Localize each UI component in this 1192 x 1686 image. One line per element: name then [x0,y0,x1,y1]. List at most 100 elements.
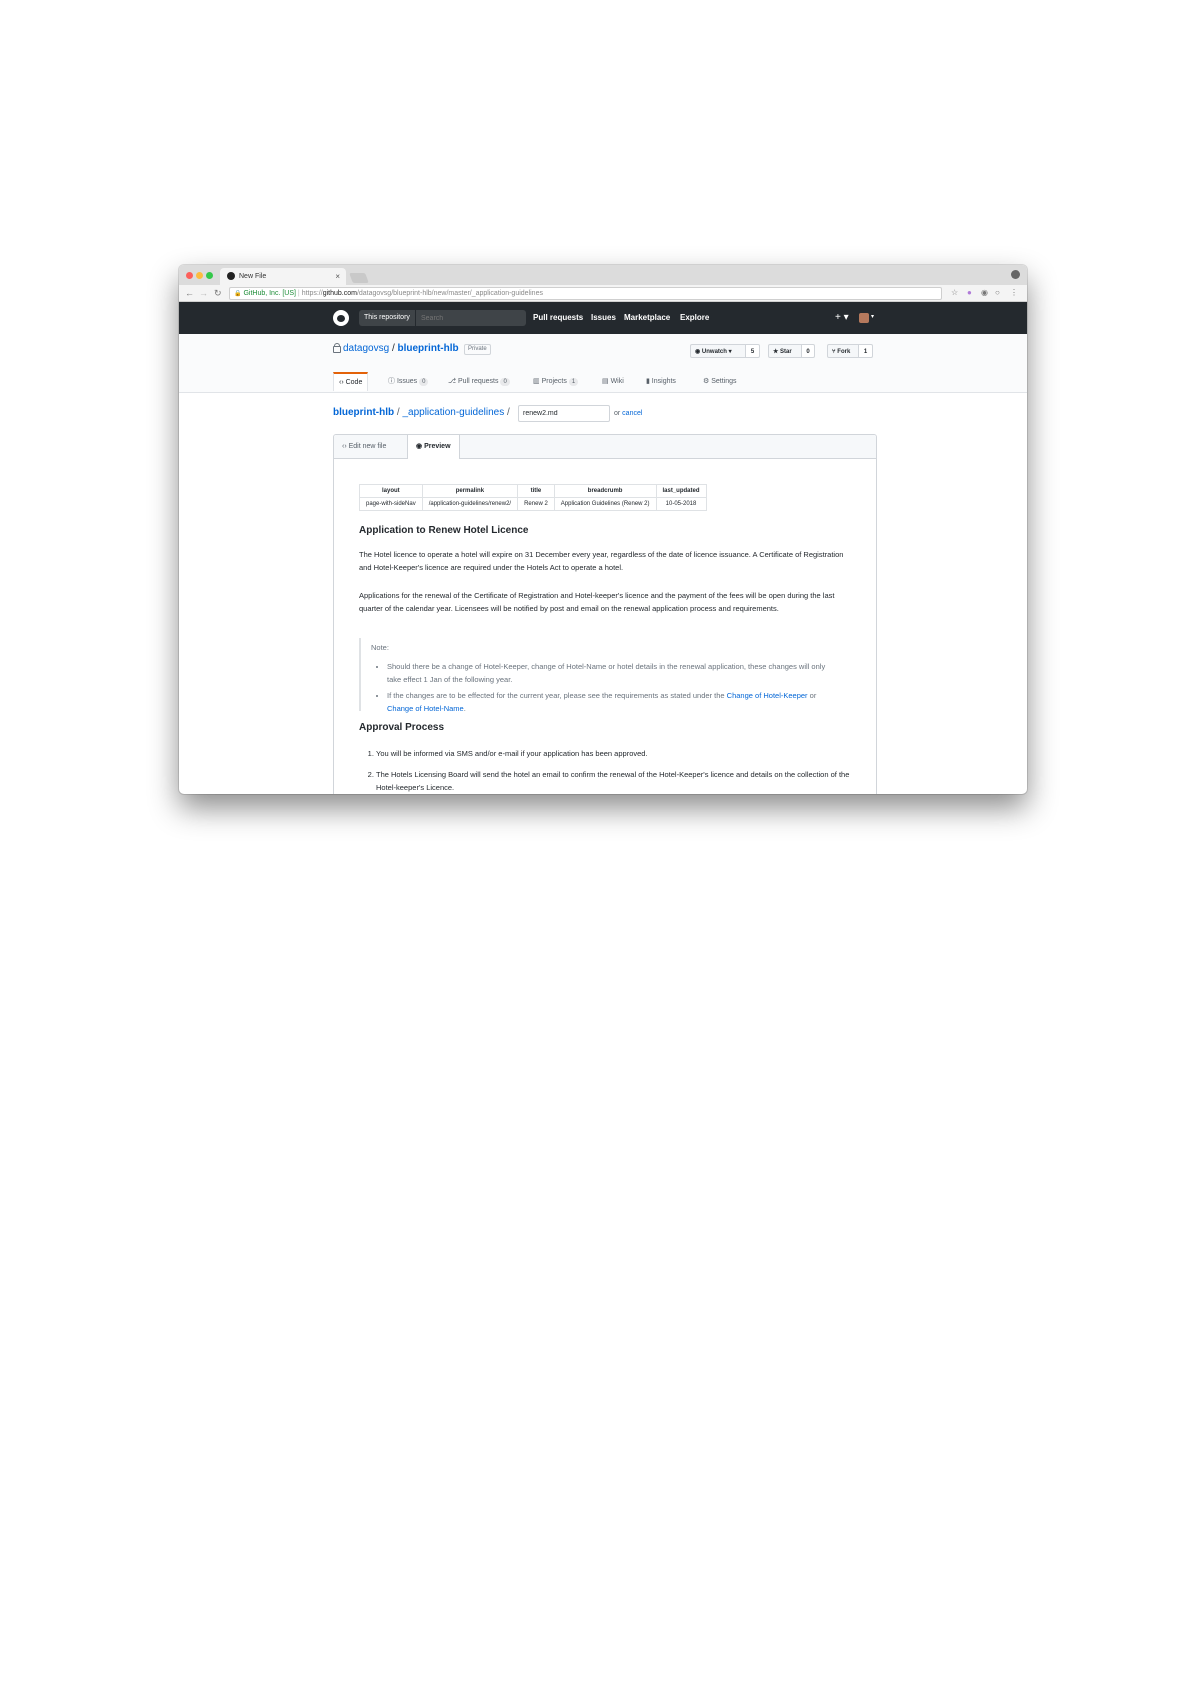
tab-issues-label: Issues [396,378,418,385]
tab-insights-label: Insights [651,378,676,385]
star-button[interactable]: ★ Star [768,344,802,358]
header-nav-issues[interactable]: Issues [591,311,616,325]
preview-paragraph: Applications for the renewal of the Cert… [359,591,835,613]
tab-edit-new-file[interactable]: ‹› Edit new file [334,435,394,458]
breadcrumb-repo-link[interactable]: blueprint-hlb [333,407,394,418]
table-cell: page-with-sideNav [359,497,423,511]
tab-preview-label: Preview [424,443,451,450]
tab-settings-label: Settings [711,378,737,385]
browser-window: New File × ← → ↻ 🔒 GitHub, Inc. [US] | h… [179,265,1027,794]
tab-settings[interactable]: ⚙ Settings [703,372,737,391]
browser-menu-icon[interactable]: ⋮ [1010,287,1018,299]
private-lock-icon [333,343,341,353]
note-list: Should there be a change of Hotel-Keeper… [371,660,839,718]
tab-close-icon[interactable]: × [335,268,340,285]
book-icon: ▤ [602,378,611,385]
list-item: You will be informed via SMS and/or e-ma… [376,747,854,760]
address-bar[interactable]: 🔒 GitHub, Inc. [US] | https://github.com… [229,287,942,300]
eye-icon: ◉ [695,349,702,355]
url-scheme: https:// [301,290,323,297]
table-header-row: layout permalink title breadcrumb last_u… [359,484,707,498]
table-header: breadcrumb [553,484,657,498]
browser-toolbar: ← → ↻ 🔒 GitHub, Inc. [US] | https://gith… [179,285,1027,302]
note-text: If the changes are to be effected for th… [387,691,727,700]
watch-count[interactable]: 5 [746,344,760,358]
pulls-counter: 0 [500,378,510,386]
bookmark-star-icon[interactable]: ☆ [951,287,958,299]
url-path: /datagovsg/blueprint-hlb/new/master/_app… [356,290,543,297]
search-input[interactable] [421,310,521,326]
preview-heading: Application to Renew Hotel Licence [359,525,529,536]
minimize-window-button[interactable] [196,272,203,279]
star-count[interactable]: 0 [802,344,815,358]
header-nav-marketplace[interactable]: Marketplace [624,311,670,325]
browser-tab[interactable]: New File × [220,268,346,285]
tab-issues[interactable]: ⓘ Issues 0 [388,372,429,391]
pull-request-icon: ⎇ [448,378,459,385]
header-nav-explore[interactable]: Explore [680,311,709,325]
tab-preview[interactable]: ◉ Preview [407,435,460,459]
table-cell: Application Guidelines (Renew 2) [553,497,657,511]
browser-profile-icon[interactable] [1011,270,1020,279]
repo-title-separator: / [391,343,395,354]
search-scope-label[interactable]: This repository [359,310,416,326]
unwatch-label: Unwatch ▾ [701,349,732,355]
frontmatter-table: layout permalink title breadcrumb last_u… [359,484,707,511]
tab-wiki[interactable]: ▤ Wiki [602,372,624,391]
maximize-window-button[interactable] [206,272,213,279]
reload-icon[interactable]: ↻ [214,287,222,299]
new-tab-button[interactable] [349,273,369,283]
fork-count[interactable]: 1 [859,344,873,358]
approval-steps-list: You will be informed via SMS and/or e-ma… [359,747,854,794]
unwatch-button[interactable]: ◉ Unwatch ▾ [690,344,746,358]
project-icon: ▥ [533,378,542,385]
code-icon: ‹› [342,443,349,450]
editor-tabs: ‹› Edit new file ◉ Preview [334,435,876,459]
fork-button[interactable]: ⑂ Fork [827,344,859,358]
close-window-button[interactable] [186,272,193,279]
avatar-caret-icon[interactable]: ▾ [871,313,874,320]
change-of-hotel-name-link[interactable]: Change of Hotel-Name [387,704,464,713]
repo-search: This repository [359,310,526,326]
file-path-breadcrumb: blueprint-hlb / _application-guidelines … [333,406,510,420]
tab-projects[interactable]: ▥ Projects 1 [533,372,579,391]
cancel-link[interactable]: cancel [622,410,642,417]
forward-arrow-icon[interactable]: → [199,287,208,299]
table-cell: Renew 2 [517,497,555,511]
repo-title: datagovsg / blueprint-hlb [343,342,459,356]
tab-wiki-label: Wiki [610,378,624,385]
secure-lock-icon: 🔒 [234,291,242,297]
table-cell: /application-guidelines/renew2/ [421,497,519,511]
url-host: github.com [322,290,357,297]
change-of-hotel-keeper-link[interactable]: Change of Hotel-Keeper [727,691,808,700]
back-arrow-icon[interactable]: ← [185,287,194,299]
extension-shield-icon[interactable]: ◉ [981,287,988,299]
star-icon: ★ [773,349,781,355]
filename-input[interactable] [518,405,610,422]
header-nav-pull-requests[interactable]: Pull requests [533,311,583,325]
projects-counter: 1 [568,378,579,386]
breadcrumb-dir-link[interactable]: _application-guidelines [402,407,504,418]
table-header: last_updated [655,484,707,498]
preview-paragraph: The Hotel licence to operate a hotel wil… [359,550,844,572]
repo-name-link[interactable]: blueprint-hlb [398,343,459,354]
github-logo-icon[interactable] [333,310,349,326]
extension-circle-icon[interactable]: ○ [995,287,1000,299]
fork-label: Fork [837,349,851,355]
extension-icon[interactable]: ● [967,287,972,299]
tab-pull-requests[interactable]: ⎇ Pull requests 0 [448,372,510,391]
table-row: page-with-sideNav /application-guideline… [359,497,707,511]
tab-code[interactable]: ‹› Code [333,372,369,391]
tab-insights[interactable]: ▮ Insights [646,372,676,391]
list-item: The Hotels Licensing Board will send the… [376,768,854,794]
eye-icon: ◉ [416,443,425,450]
list-item: Should there be a change of Hotel-Keeper… [387,660,839,686]
or-label: or [614,410,623,417]
tab-code-label: Code [345,379,363,386]
repo-header: datagovsg / blueprint-hlb Private ◉ Unwa… [179,334,1027,393]
repo-owner-link[interactable]: datagovsg [343,343,389,354]
file-editor: ‹› Edit new file ◉ Preview layout permal… [333,434,877,794]
create-new-button[interactable]: + ▾ [835,311,849,325]
user-avatar[interactable] [859,313,869,323]
gear-icon: ⚙ [703,378,712,385]
